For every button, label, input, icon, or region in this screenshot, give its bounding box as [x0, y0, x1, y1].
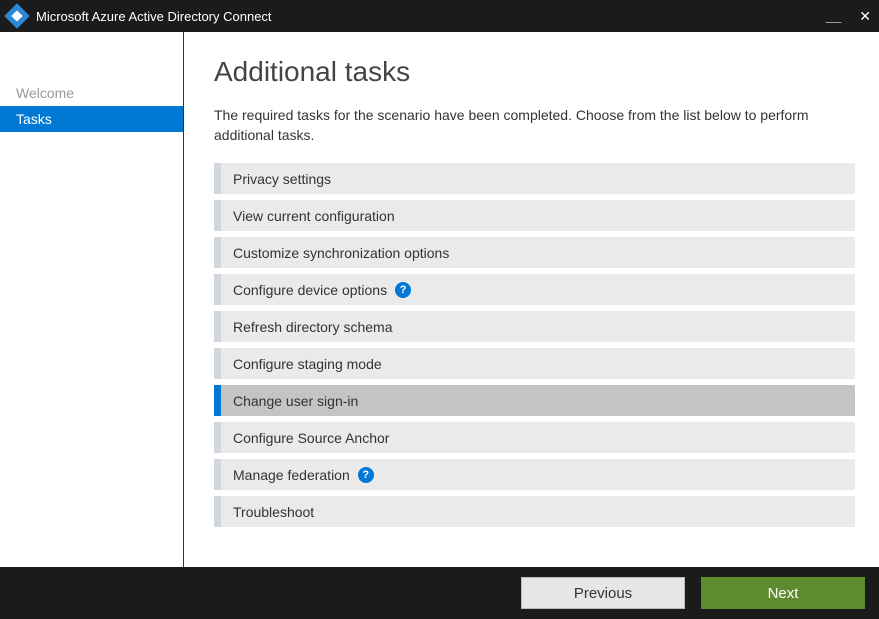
help-icon[interactable]: ? [395, 282, 411, 298]
titlebar: Microsoft Azure Active Directory Connect… [0, 0, 879, 32]
app-icon [4, 3, 29, 28]
task-label: Change user sign-in [221, 393, 358, 409]
task-list: Privacy settings View current configurat… [214, 163, 855, 527]
body: Welcome Tasks Additional tasks The requi… [0, 32, 879, 567]
task-accent [214, 311, 221, 342]
task-accent [214, 274, 221, 305]
task-label: Troubleshoot [221, 504, 314, 520]
task-troubleshoot[interactable]: Troubleshoot [214, 496, 855, 527]
close-icon[interactable]: ✕ [859, 8, 871, 25]
task-label: Manage federation [221, 467, 350, 483]
task-accent [214, 459, 221, 490]
task-label: Configure device options [221, 282, 387, 298]
task-change-user-signin[interactable]: Change user sign-in [214, 385, 855, 416]
task-refresh-schema[interactable]: Refresh directory schema [214, 311, 855, 342]
window-controls: __ ✕ [826, 0, 871, 32]
sidebar-item-label: Welcome [16, 85, 74, 101]
task-label: View current configuration [221, 208, 395, 224]
task-label: Configure Source Anchor [221, 430, 389, 446]
sidebar-item-welcome[interactable]: Welcome [0, 80, 183, 106]
minimize-icon[interactable]: __ [826, 8, 842, 24]
previous-button[interactable]: Previous [521, 577, 685, 609]
task-accent [214, 496, 221, 527]
task-accent [214, 385, 221, 416]
task-label: Refresh directory schema [221, 319, 393, 335]
next-button[interactable]: Next [701, 577, 865, 609]
footer: Previous Next [0, 567, 879, 619]
main-panel: Additional tasks The required tasks for … [184, 32, 879, 567]
task-configure-staging[interactable]: Configure staging mode [214, 348, 855, 379]
task-manage-federation[interactable]: Manage federation ? [214, 459, 855, 490]
page-description: The required tasks for the scenario have… [214, 106, 855, 145]
task-privacy-settings[interactable]: Privacy settings [214, 163, 855, 194]
sidebar-item-label: Tasks [16, 111, 52, 127]
task-accent [214, 163, 221, 194]
sidebar: Welcome Tasks [0, 32, 184, 567]
task-view-configuration[interactable]: View current configuration [214, 200, 855, 231]
task-configure-device-options[interactable]: Configure device options ? [214, 274, 855, 305]
window-title: Microsoft Azure Active Directory Connect [36, 9, 272, 24]
task-label: Configure staging mode [221, 356, 382, 372]
task-customize-sync[interactable]: Customize synchronization options [214, 237, 855, 268]
help-icon[interactable]: ? [358, 467, 374, 483]
sidebar-item-tasks[interactable]: Tasks [0, 106, 183, 132]
task-label: Privacy settings [221, 171, 331, 187]
page-title: Additional tasks [214, 56, 855, 88]
task-accent [214, 237, 221, 268]
task-label: Customize synchronization options [221, 245, 449, 261]
task-accent [214, 200, 221, 231]
task-accent [214, 348, 221, 379]
task-configure-source-anchor[interactable]: Configure Source Anchor [214, 422, 855, 453]
task-accent [214, 422, 221, 453]
